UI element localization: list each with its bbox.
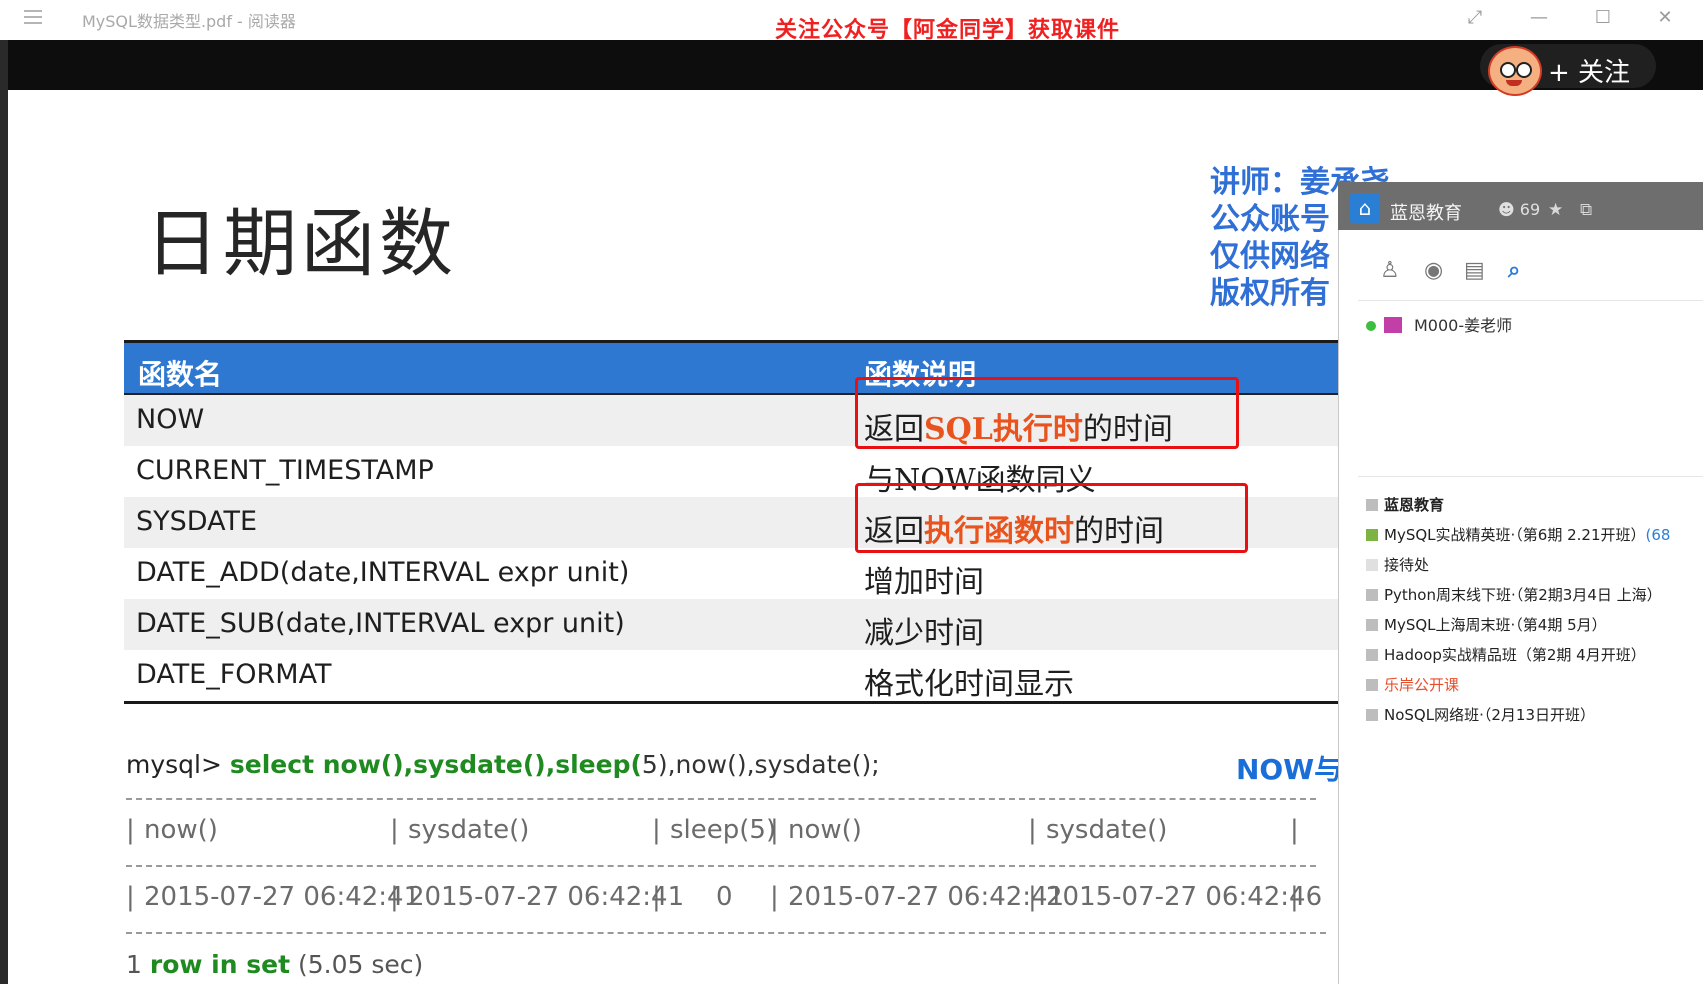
streamer-avatar[interactable] xyxy=(1488,46,1542,96)
output-pipe: | xyxy=(1028,882,1037,912)
table-bottom-rule xyxy=(124,701,1338,704)
function-desc: 减少时间 xyxy=(864,616,984,651)
channel-item[interactable]: 蓝恩教育 xyxy=(1366,494,1444,515)
follow-label[interactable]: + 关注 xyxy=(1548,52,1630,89)
document-title: MySQL数据类型.pdf - 阅读器 xyxy=(82,12,296,31)
member-count: ☻ 69 xyxy=(1498,200,1541,219)
function-name: DATE_SUB(date,INTERVAL expr unit) xyxy=(136,608,625,639)
output-pipe: | xyxy=(1028,815,1037,845)
divider xyxy=(1358,476,1703,477)
output-separator xyxy=(126,865,1316,867)
sql-rest: ),now(),sysdate(); xyxy=(657,750,880,779)
left-edge xyxy=(0,40,8,984)
channel-item[interactable]: Python周末线下班·（第2期3月4日 上海） xyxy=(1366,584,1662,605)
annotation-box-sysdate xyxy=(855,483,1248,553)
output-separator xyxy=(126,932,1326,934)
output-separator xyxy=(126,798,1316,800)
header-function-name: 函数名 xyxy=(138,358,223,391)
group-name[interactable]: 蓝恩教育 xyxy=(1390,199,1462,225)
sql-keyword: select now(),sysdate(),sleep( xyxy=(229,750,642,779)
output-pipe: | xyxy=(652,882,661,912)
output-pipe: | xyxy=(390,882,399,912)
fullscreen-icon[interactable]: ⤢ xyxy=(1460,6,1490,30)
output-pipe: | xyxy=(1290,882,1299,912)
output-value: 2015-07-27 06:42:41 xyxy=(408,882,685,912)
output-pipe: | xyxy=(1290,815,1299,845)
channel-icon xyxy=(1366,709,1378,721)
function-name: DATE_ADD(date,INTERVAL expr unit) xyxy=(136,557,630,588)
output-header: sysdate() xyxy=(1046,815,1168,845)
output-value: 2015-07-27 06:42:41 xyxy=(144,882,421,912)
output-value: 2015-07-27 06:42:46 xyxy=(1046,882,1323,912)
sql-command: mysql> select now(),sysdate(),sleep(5),n… xyxy=(126,750,880,779)
table-row: DATE_FORMAT 格式化时间显示 xyxy=(124,650,1338,702)
channel-icon xyxy=(1366,589,1378,601)
output-header: sysdate() xyxy=(408,815,530,845)
channel-item[interactable]: 乐岸公开课 xyxy=(1366,674,1459,695)
location-icon[interactable]: ◉ xyxy=(1424,258,1443,283)
divider xyxy=(1358,300,1703,301)
function-desc: 增加时间 xyxy=(864,565,984,600)
function-desc: 格式化时间显示 xyxy=(864,667,1074,702)
function-name: DATE_FORMAT xyxy=(136,659,332,690)
channel-item[interactable]: 接待处 xyxy=(1366,554,1429,575)
members-icon[interactable]: ♙ xyxy=(1380,258,1400,283)
video-top-bar xyxy=(0,40,1703,90)
channel-icon xyxy=(1366,619,1378,631)
output-pipe: | xyxy=(770,882,779,912)
search-icon[interactable]: ⌕ xyxy=(1508,258,1520,283)
channel-icon xyxy=(1366,499,1378,511)
output-pipe: | xyxy=(390,815,399,845)
channel-icon xyxy=(1366,529,1378,541)
sql-prompt: mysql> xyxy=(126,750,222,779)
member-item[interactable]: M000-姜老师 xyxy=(1366,312,1512,336)
channel-item[interactable]: MySQL上海周末班·（第4期 5月） xyxy=(1366,614,1607,635)
table-row: DATE_SUB(date,INTERVAL expr unit) 减少时间 xyxy=(124,599,1338,651)
output-value: 2015-07-27 06:42:41 xyxy=(788,882,1065,912)
close-button[interactable]: ✕ xyxy=(1650,6,1680,30)
annotation-box-now xyxy=(855,377,1239,449)
output-pipe: | xyxy=(770,815,779,845)
output-value: 0 xyxy=(716,882,733,912)
output-pipe: | xyxy=(652,815,661,845)
qq-group-panel xyxy=(1338,182,1703,984)
output-pipe: | xyxy=(126,882,135,912)
function-name: CURRENT_TIMESTAMP xyxy=(136,455,434,486)
channel-icon xyxy=(1366,559,1378,571)
channel-icon xyxy=(1366,649,1378,661)
menu-icon[interactable] xyxy=(24,10,42,24)
function-name: NOW xyxy=(136,404,205,435)
rows-info: 1 row in set (5.05 sec) xyxy=(126,950,424,979)
minimize-button[interactable]: — xyxy=(1524,6,1554,30)
sql-number: 5 xyxy=(641,750,658,779)
home-icon[interactable]: ⌂ xyxy=(1350,193,1380,223)
output-pipe: | xyxy=(126,815,135,845)
notes-icon[interactable]: ▤ xyxy=(1464,258,1485,283)
popout-icon[interactable]: ⧉ xyxy=(1580,200,1592,220)
function-name: SYSDATE xyxy=(136,506,258,537)
output-header: now() xyxy=(788,815,862,845)
channel-item[interactable]: MySQL实战精英班·（第6期 2.21开班）(68 xyxy=(1366,524,1670,545)
channel-item[interactable]: Hadoop实战精品班（第2期 4月开班） xyxy=(1366,644,1646,665)
channel-item[interactable]: NoSQL网络班·（2月13日开班） xyxy=(1366,704,1595,725)
now-vs-label: NOW与 xyxy=(1236,753,1343,786)
output-header: sleep(5) xyxy=(670,815,777,845)
maximize-button[interactable]: ☐ xyxy=(1588,6,1618,30)
output-header: now() xyxy=(144,815,218,845)
star-icon[interactable]: ★ xyxy=(1548,200,1563,220)
slide-title: 日期函数 xyxy=(145,201,457,287)
channel-icon xyxy=(1366,679,1378,691)
table-row: DATE_ADD(date,INTERVAL expr unit) 增加时间 xyxy=(124,548,1338,600)
